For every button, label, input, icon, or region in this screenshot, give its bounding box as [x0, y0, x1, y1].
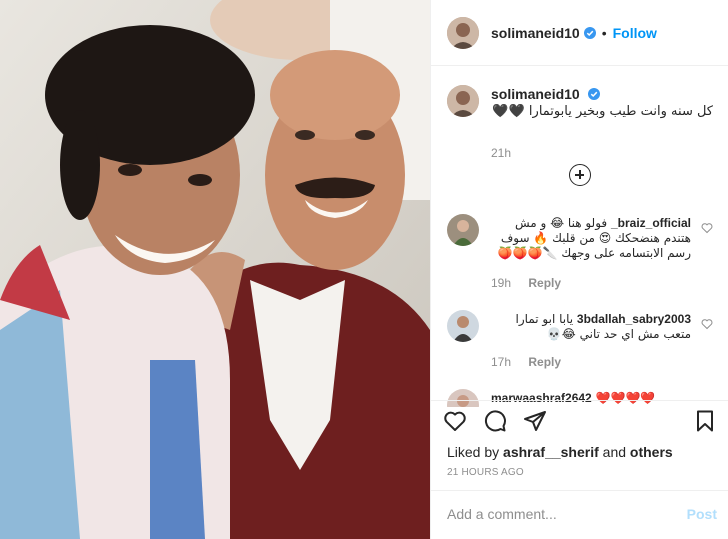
post-image: [0, 0, 430, 539]
post-timestamp[interactable]: 21 HOURS AGO: [447, 467, 524, 478]
comment-input[interactable]: [447, 503, 667, 525]
comment-icon[interactable]: [483, 409, 507, 433]
share-icon[interactable]: [523, 409, 547, 433]
plus-circle-icon[interactable]: [569, 164, 591, 186]
comment-meta: 17h Reply: [491, 355, 575, 369]
commenter-avatar[interactable]: [447, 310, 479, 342]
post-side-panel: solimaneid10 • Follow solimaneid10 كل سن…: [430, 0, 728, 539]
comment-username[interactable]: 3bdallah_sabry2003: [577, 312, 691, 326]
caption-time[interactable]: 21h: [491, 146, 511, 160]
liked-by-user[interactable]: ashraf__sherif: [503, 444, 599, 460]
liked-by-others[interactable]: others: [630, 444, 673, 460]
post-photo: [0, 0, 430, 539]
post-header: solimaneid10 • Follow: [431, 0, 728, 66]
heart-icon[interactable]: [701, 318, 713, 330]
author-username[interactable]: solimaneid10: [491, 25, 580, 41]
follow-button[interactable]: Follow: [613, 25, 657, 41]
caption-avatar[interactable]: [447, 85, 479, 117]
commenter-avatar[interactable]: [447, 214, 479, 246]
comment-text: 3bdallah_sabry2003 يابا ابو تمارا متعب م…: [515, 312, 691, 341]
heart-icon[interactable]: [443, 409, 467, 433]
post-actions: Liked by ashraf__sherif and others 21 HO…: [431, 400, 728, 500]
caption-text: كل سنه وانت طيب وبخير يابوتمارا 🖤🖤: [492, 104, 713, 119]
post-comment-button[interactable]: Post: [687, 506, 717, 522]
comments-list[interactable]: solimaneid10 كل سنه وانت طيب وبخير يابوت…: [431, 67, 728, 407]
liked-by: Liked by ashraf__sherif and others: [447, 444, 673, 460]
comment-time[interactable]: 17h: [491, 355, 511, 369]
author-avatar[interactable]: [447, 16, 479, 49]
verified-badge-icon: [583, 26, 596, 39]
bookmark-icon[interactable]: [693, 409, 717, 433]
add-comment-bar: Post: [431, 490, 728, 539]
reply-button[interactable]: Reply: [528, 355, 561, 369]
comment-meta: 19h Reply: [491, 276, 575, 290]
reply-button[interactable]: Reply: [528, 276, 561, 290]
verified-badge-icon: [587, 88, 600, 100]
heart-icon[interactable]: [701, 222, 713, 234]
comment-text: _braiz_official فولو هنا 😂 و مش هتندم هن…: [497, 216, 691, 260]
caption-username[interactable]: solimaneid10: [491, 86, 600, 102]
separator-dot: •: [601, 24, 607, 41]
comment-username[interactable]: _braiz_official: [611, 216, 691, 230]
comment-time[interactable]: 19h: [491, 276, 511, 290]
